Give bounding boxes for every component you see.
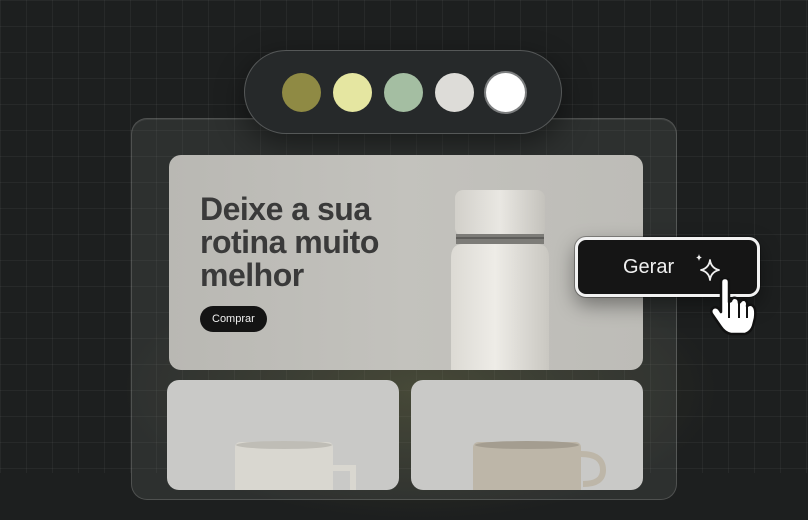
color-palette (244, 50, 562, 134)
mug-image (473, 441, 607, 490)
color-swatch-light-yellow[interactable] (333, 72, 372, 112)
hero-title-line-2: rotina muito (200, 224, 379, 260)
color-swatch-light-gray[interactable] (435, 72, 474, 112)
color-swatch-olive[interactable] (282, 72, 321, 112)
color-swatch-sage[interactable] (384, 72, 423, 112)
color-swatch-white[interactable] (486, 72, 525, 112)
product-card-mug-2[interactable] (411, 380, 643, 490)
hero-title-line-1: Deixe a sua (200, 191, 371, 227)
mug-image (235, 441, 356, 490)
hero-banner: Deixe a sua rotina muito melhor Comprar (169, 155, 643, 370)
generate-button-label: Gerar (623, 256, 675, 278)
buy-button[interactable]: Comprar (200, 306, 267, 332)
product-card-mug-1[interactable] (167, 380, 399, 490)
hero-title: Deixe a sua rotina muito melhor (200, 193, 430, 292)
bottle-image (451, 190, 549, 370)
hero-title-line-3: melhor (200, 257, 304, 293)
hand-pointer-icon (709, 278, 757, 336)
